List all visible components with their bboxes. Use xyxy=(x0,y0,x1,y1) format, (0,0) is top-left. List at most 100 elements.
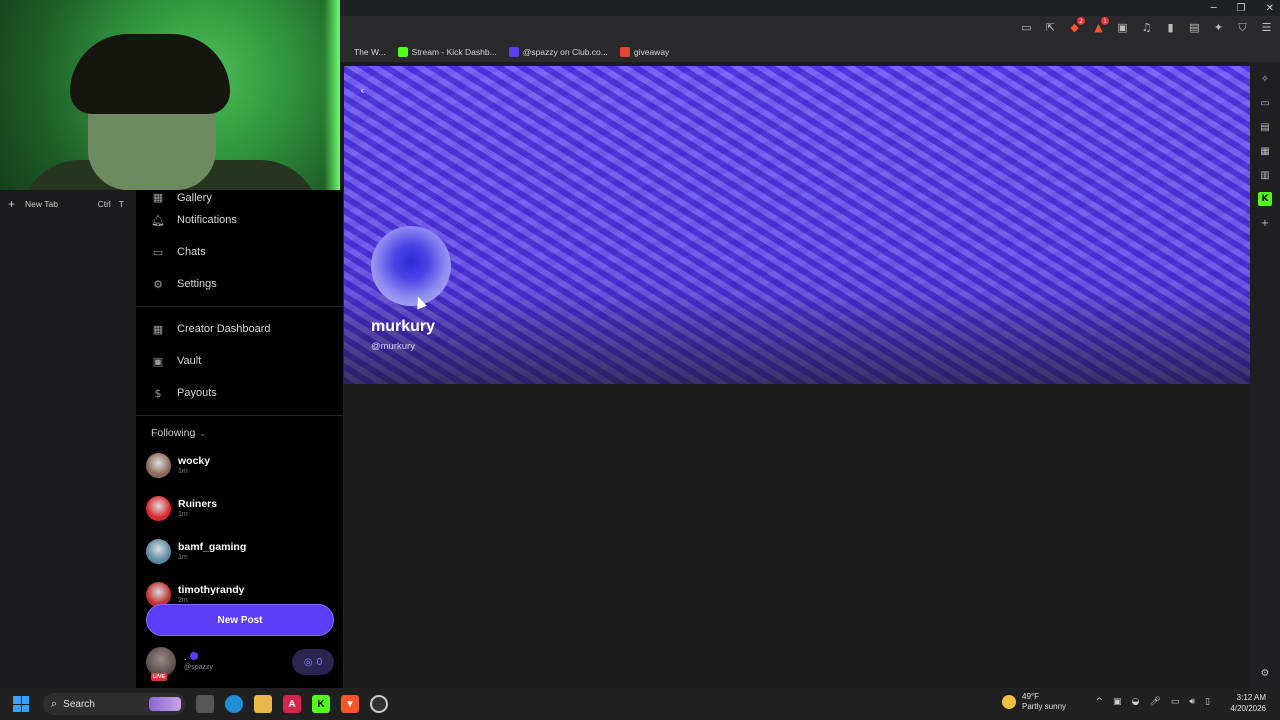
media-icon[interactable]: ♫ xyxy=(1139,20,1154,35)
nav-chats[interactable]: ▭ Chats xyxy=(136,236,343,268)
video-icon[interactable]: ▭ xyxy=(1258,96,1272,110)
bell-icon: 🔔︎ xyxy=(151,213,165,227)
notification-badge: 1 xyxy=(1101,17,1109,25)
screen: ─ ❐ ✕ ▭ ⇱ ◆ 2 ▲ 1 ▣ ♫ ▮ ▤ ✦ ⛉ ☰ The W... Stream - Kic… xyxy=(0,0,1280,720)
bookmark-item[interactable]: giveaway xyxy=(619,47,670,57)
new-tab-label: New Tab xyxy=(25,199,58,209)
minimize-button[interactable]: ─ xyxy=(1211,3,1217,14)
nav-gallery[interactable]: ▦ Gallery xyxy=(136,190,343,205)
bookmark-label: Stream - Kick Dashb... xyxy=(411,47,497,57)
kick-app-icon[interactable]: K xyxy=(1258,192,1272,206)
kick-icon[interactable]: K xyxy=(312,695,330,713)
shortcut-key: T xyxy=(118,199,124,209)
weather-widget[interactable]: 49°F Partly sunny xyxy=(1002,692,1066,713)
restore-button[interactable]: ❐ xyxy=(1237,3,1246,14)
sidebar-toggle-icon[interactable]: ▮ xyxy=(1163,20,1178,35)
dollar-icon: $ xyxy=(154,386,162,400)
brave-shields-icon[interactable]: ◆ 2 xyxy=(1067,17,1085,35)
clock-time: 3:12 AM xyxy=(1236,693,1266,702)
nav-vault[interactable]: ▣ Vault xyxy=(136,345,343,377)
chat-icon: ▭ xyxy=(152,245,164,259)
following-title: Following xyxy=(151,427,196,439)
new-tab-button[interactable]: + New Tab Ctrl T xyxy=(0,190,136,218)
vertical-tabs-panel: + New Tab Ctrl T xyxy=(0,190,136,688)
window-controls: ─ ❐ ✕ xyxy=(1211,0,1274,16)
adobe-icon[interactable]: A xyxy=(283,695,301,713)
following-item[interactable]: Ruiners 1m xyxy=(136,487,343,530)
tab-search-icon[interactable]: ▣ xyxy=(1115,20,1130,35)
brave-rewards-icon[interactable]: ▲ 1 xyxy=(1091,17,1109,35)
nav-notifications[interactable]: 🔔︎ Notifications xyxy=(136,204,343,236)
weather-icon xyxy=(1002,695,1016,710)
weather-temp: 49°F xyxy=(1022,692,1039,701)
clock[interactable]: 3:12 AM 4/20/2026 xyxy=(1230,692,1266,714)
tray-app-icon[interactable]: ▣ xyxy=(1113,697,1122,707)
following-name: wocky xyxy=(178,455,211,468)
bookmark-item[interactable]: The W... xyxy=(340,47,386,57)
add-icon[interactable]: + xyxy=(1258,216,1272,230)
following-item[interactable]: wocky 1m xyxy=(136,444,343,487)
user-handle: @spazzy xyxy=(184,664,213,672)
shortcut-ctrl: Ctrl xyxy=(97,199,111,209)
chevron-up-icon[interactable]: ^ xyxy=(1096,697,1104,707)
system-tray: ^ ▣ ◒ 🎤︎ ▭ 🔊︎ ▯ xyxy=(1096,697,1211,707)
profile-handle: @murkury xyxy=(371,341,415,352)
weather-desc: Partly sunny xyxy=(1022,702,1067,712)
menu-icon[interactable]: ☰ xyxy=(1259,20,1274,35)
taskbar-search-label: Search xyxy=(63,698,95,710)
live-badge: LIVE xyxy=(151,673,168,681)
wallet-icon[interactable]: ▤ xyxy=(1187,20,1202,35)
new-post-button[interactable]: New Post xyxy=(146,604,334,636)
current-user[interactable]: LIVE . @spazzy ◎ 0 xyxy=(146,644,334,681)
nav-settings[interactable]: ⚙ Settings xyxy=(136,268,343,300)
bookmarks-icon[interactable]: ▦ xyxy=(1258,144,1272,158)
task-view-icon[interactable] xyxy=(196,695,214,713)
following-meta: timothyrandy 2m xyxy=(178,584,245,604)
share-icon[interactable]: ⇱ xyxy=(1043,20,1058,35)
bookmark-item[interactable]: @spazzy on Club.co... xyxy=(508,47,608,57)
taskbar-search[interactable]: ⌕ Search xyxy=(43,693,185,715)
avatar xyxy=(146,496,171,521)
leo-icon[interactable]: ✧ xyxy=(1258,72,1272,86)
bookmark-favicon-icon xyxy=(619,47,630,57)
back-icon[interactable]: ‹ xyxy=(360,84,364,97)
network-icon[interactable]: ◒ xyxy=(1132,697,1140,707)
following-meta: wocky 1m xyxy=(178,455,210,475)
nav-creator-dashboard[interactable]: ▦ Creator Dashboard xyxy=(136,313,343,345)
new-tab-shortcut: Ctrl T xyxy=(98,199,136,209)
file-explorer-icon[interactable] xyxy=(254,695,272,713)
gear-icon: ⚙ xyxy=(153,277,163,291)
bookmark-item[interactable]: Stream - Kick Dashb... xyxy=(397,47,497,57)
windows-start-icon[interactable] xyxy=(13,696,29,712)
reading-list-icon[interactable]: ▥ xyxy=(1258,168,1272,182)
mic-icon[interactable]: 🎤︎ xyxy=(1149,697,1160,707)
nav-payouts[interactable]: $ Payouts xyxy=(136,377,343,409)
edge-icon[interactable] xyxy=(225,695,243,713)
avatar xyxy=(146,539,171,564)
following-item[interactable]: bamf_gaming 1m xyxy=(136,530,343,573)
display-icon[interactable]: ▭ xyxy=(1171,697,1180,707)
volume-icon[interactable]: 🔊︎ xyxy=(1189,697,1195,707)
profile-banner: ‹ xyxy=(344,66,1250,384)
obs-icon[interactable] xyxy=(370,695,388,713)
coin-balance-button[interactable]: ◎ 0 xyxy=(292,649,334,675)
following-header[interactable]: Following ⌄ xyxy=(136,422,343,444)
wallet-icon[interactable]: ▤ xyxy=(1258,120,1272,134)
leo-ai-icon[interactable]: ✦ xyxy=(1211,20,1226,35)
following-time: 1m xyxy=(178,553,188,561)
dashboard-icon: ▦ xyxy=(152,322,164,336)
close-button[interactable]: ✕ xyxy=(1266,3,1274,14)
profile-avatar[interactable] xyxy=(371,226,451,306)
battery-icon[interactable]: ▯ xyxy=(1205,697,1210,707)
bookmark-label: giveaway xyxy=(633,47,670,57)
avatar[interactable]: LIVE xyxy=(146,647,176,681)
brave-icon[interactable]: ▼ xyxy=(341,695,359,713)
app-sidebar: ▦ Gallery 🔔︎ Notifications ▭ Chats ⚙ Set… xyxy=(136,190,344,688)
vpn-icon[interactable]: ⛉ xyxy=(1235,20,1250,35)
divider xyxy=(136,415,343,416)
sidebar-settings-icon[interactable]: ⚙ xyxy=(1258,666,1272,680)
gallery-icon: ▦ xyxy=(152,190,164,204)
display-name: . xyxy=(184,651,187,662)
cast-icon[interactable]: ▭ xyxy=(1019,20,1034,35)
search-icon: ⌕ xyxy=(51,697,58,710)
